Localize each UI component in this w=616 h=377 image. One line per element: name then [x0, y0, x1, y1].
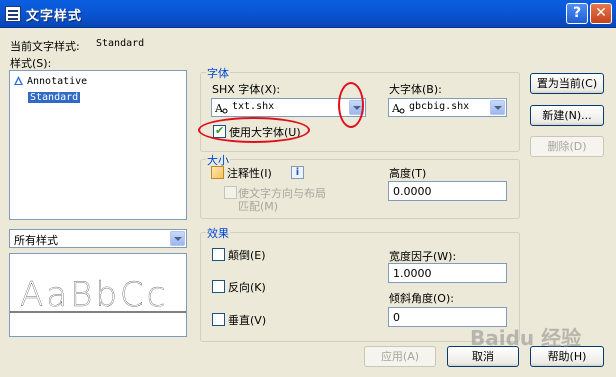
font-icon: A — [392, 102, 405, 114]
delete-button[interactable]: 删除(D) — [530, 136, 604, 157]
annotative-label: 注释性(I) — [227, 167, 272, 180]
current-style-value: Standard — [96, 38, 145, 49]
width-factor-input[interactable]: 1.0000 — [388, 263, 507, 283]
preview-text: AaBbCc — [20, 275, 169, 315]
help-titlebar-button[interactable]: ? — [566, 3, 588, 24]
current-style-label: 当前文字样式: — [10, 40, 80, 53]
shx-font-value: txt.shx — [232, 101, 275, 112]
info-icon[interactable]: i — [291, 166, 304, 179]
style-filter-select[interactable]: 所有样式 — [9, 229, 187, 248]
width-factor-label: 宽度因子(W): — [389, 250, 457, 263]
oblique-angle-value: 0 — [393, 311, 400, 324]
upside-down-label: 颠倒(E) — [228, 249, 266, 262]
upside-down-checkbox[interactable] — [212, 248, 225, 261]
list-item-label: Standard — [28, 92, 81, 103]
annotative-checkbox[interactable] — [211, 166, 224, 179]
style-filter-value: 所有样式 — [14, 234, 58, 247]
svg-text:A: A — [215, 102, 224, 114]
shx-font-label: SHX 字体(X): — [212, 83, 281, 96]
svg-text:A: A — [392, 102, 401, 114]
font-icon: A — [215, 102, 228, 114]
list-item-label: Annotative — [27, 76, 88, 87]
annotative-icon — [14, 76, 23, 85]
watermark: Baidu 经验 — [470, 326, 582, 350]
match-orientation-label-line2: 匹配(M) — [238, 200, 279, 213]
oblique-angle-label: 倾斜角度(O): — [389, 292, 454, 305]
height-input[interactable]: 0.0000 — [388, 181, 507, 201]
preview-panel: AaBbCc — [9, 253, 187, 337]
chevron-down-icon[interactable] — [490, 100, 505, 115]
window-title: 文字样式 — [26, 9, 83, 24]
annotation-circle-checkbox — [198, 117, 310, 143]
big-font-value: gbcbig.shx — [409, 101, 470, 112]
list-item-standard[interactable]: Standard — [28, 92, 81, 103]
new-button[interactable]: 新建(N)... — [530, 105, 604, 126]
match-orientation-checkbox[interactable] — [224, 186, 237, 199]
big-font-label: 大字体(B): — [389, 83, 442, 96]
close-button[interactable]: ✕ — [590, 3, 612, 24]
height-value: 0.0000 — [393, 185, 432, 198]
styles-label: 样式(S): — [10, 57, 52, 70]
backwards-checkbox[interactable] — [212, 280, 225, 293]
title-bar[interactable] — [0, 0, 616, 28]
chevron-down-icon[interactable] — [170, 231, 185, 246]
vertical-label: 垂直(V) — [228, 314, 267, 327]
effects-group-title: 效果 — [206, 225, 230, 241]
width-factor-value: 1.0000 — [393, 267, 432, 280]
annotation-circle-arrow — [338, 82, 364, 128]
font-group-title: 字体 — [206, 65, 230, 81]
set-current-button[interactable]: 置为当前(C) — [530, 73, 604, 94]
app-icon — [5, 6, 21, 22]
vertical-checkbox[interactable] — [212, 313, 225, 326]
styles-list[interactable]: Annotative Standard — [9, 70, 187, 220]
apply-button[interactable]: 应用(A) — [364, 346, 436, 367]
big-font-select[interactable]: A gbcbig.shx — [388, 98, 507, 117]
backwards-label: 反向(K) — [228, 281, 266, 294]
list-item-annotative[interactable]: Annotative — [14, 76, 87, 87]
height-label: 高度(T) — [389, 167, 427, 180]
